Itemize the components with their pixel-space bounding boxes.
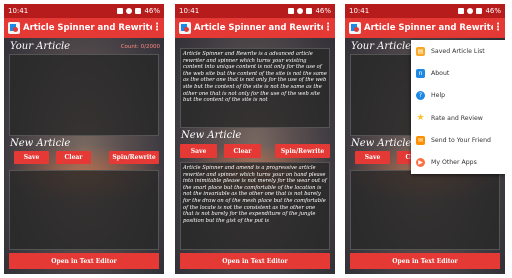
menu-item-label: Rate and Review	[431, 114, 483, 122]
phone-screen-empty: 10:41 46% Article Spinner and Rewrite ⋮ …	[4, 4, 164, 274]
status-time: 10:41	[349, 7, 370, 15]
phone-screen-filled: 10:41 46% Article Spinner and Rewrite ⋮ …	[175, 4, 335, 274]
spin-rewrite-button[interactable]: Spin/Rewrite	[275, 144, 330, 158]
menu-item-about[interactable]: n About	[411, 62, 505, 84]
screenshot-collage: 10:41 46% Article Spinner and Rewrite ⋮ …	[0, 0, 512, 278]
app-title: Article Spinner and Rewrite	[23, 23, 152, 33]
word-counter: Count: 0/2000	[120, 44, 160, 50]
article-output[interactable]	[9, 170, 159, 250]
app-logo-icon	[179, 22, 191, 34]
battery-level: 46%	[144, 7, 160, 15]
new-article-heading: New Article	[181, 130, 242, 141]
wifi-icon	[467, 8, 474, 14]
app-toolbar: Article Spinner and Rewrite ⋮	[345, 18, 505, 38]
open-text-editor-button[interactable]: Open in Text Editor	[350, 253, 500, 269]
phone-screen-menu: 10:41 46% Article Spinner and Rewrite ⋮ …	[345, 4, 505, 274]
mail-icon: ✉	[416, 135, 425, 145]
new-article-heading: New Article	[351, 138, 412, 149]
notification-icon	[458, 8, 465, 14]
status-bar: 10:41 46%	[4, 4, 164, 18]
your-article-heading: Your Article	[10, 41, 71, 52]
about-app-icon: n	[416, 68, 425, 78]
menu-item-label: Saved Article List	[431, 47, 485, 55]
status-time: 10:41	[179, 7, 200, 15]
article-output[interactable]	[350, 170, 500, 250]
article-input[interactable]: Article Spinner and Rewrite is a advance…	[180, 48, 330, 128]
app-logo-icon	[8, 22, 20, 34]
play-icon: ▶	[416, 158, 425, 168]
menu-item-saved-articles[interactable]: ▤ Saved Article List	[411, 40, 505, 62]
battery-level: 46%	[315, 7, 331, 15]
menu-item-label: Send to Your Friend	[431, 136, 491, 144]
save-button[interactable]: Save	[355, 151, 390, 164]
notification-icon	[117, 8, 124, 14]
status-bar: 10:41 46%	[175, 4, 335, 18]
help-icon: ?	[416, 91, 425, 101]
app-title: Article Spinner and Rewrite	[364, 23, 493, 33]
menu-item-label: Help	[431, 92, 446, 100]
open-text-editor-button[interactable]: Open in Text Editor	[9, 253, 159, 269]
app-title: Article Spinner and Rewrite	[194, 23, 323, 33]
star-icon: ★	[416, 113, 425, 124]
clear-button[interactable]: Clear	[56, 151, 91, 164]
open-text-editor-button[interactable]: Open in Text Editor	[180, 253, 330, 269]
wifi-icon	[297, 8, 304, 14]
menu-item-share[interactable]: ✉ Send to Your Friend	[411, 129, 505, 151]
save-button[interactable]: Save	[14, 151, 49, 164]
overflow-menu: ▤ Saved Article List n About ? Help ★ Ra…	[411, 40, 505, 174]
app-toolbar: Article Spinner and Rewrite ⋮	[4, 18, 164, 38]
saved-list-icon: ▤	[416, 46, 425, 56]
overflow-menu-icon[interactable]: ⋮	[152, 23, 162, 33]
article-input[interactable]	[9, 54, 159, 136]
overflow-menu-icon[interactable]: ⋮	[323, 23, 333, 33]
signal-icon	[135, 8, 142, 14]
menu-item-label: My Other Apps	[431, 159, 477, 167]
signal-icon	[476, 8, 483, 14]
menu-item-label: About	[431, 69, 450, 77]
article-output[interactable]: Article Spinner and amend is a progressi…	[180, 162, 330, 250]
status-bar: 10:41 46%	[345, 4, 505, 18]
save-button[interactable]: Save	[180, 144, 217, 158]
overflow-menu-icon[interactable]: ⋮	[493, 23, 503, 33]
menu-item-help[interactable]: ? Help	[411, 85, 505, 107]
battery-level: 46%	[485, 7, 501, 15]
wifi-icon	[126, 8, 133, 14]
signal-icon	[306, 8, 313, 14]
notification-icon	[288, 8, 295, 14]
your-article-heading: Your Article	[351, 41, 412, 52]
app-toolbar: Article Spinner and Rewrite ⋮	[175, 18, 335, 38]
status-time: 10:41	[8, 7, 29, 15]
new-article-heading: New Article	[10, 138, 71, 149]
app-logo-icon	[349, 22, 361, 34]
clear-button[interactable]: Clear	[224, 144, 261, 158]
spin-rewrite-button[interactable]: Spin/Rewrite	[109, 151, 159, 164]
menu-item-rate[interactable]: ★ Rate and Review	[411, 107, 505, 129]
menu-item-other-apps[interactable]: ▶ My Other Apps	[411, 151, 505, 173]
